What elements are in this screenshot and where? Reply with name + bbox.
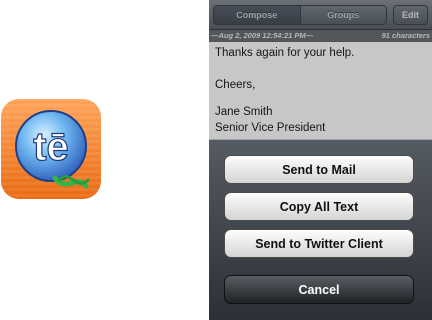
action-sheet: Send to Mail Copy All Text Send to Twitt… (209, 139, 432, 320)
send-to-mail-button[interactable]: Send to Mail (224, 155, 414, 184)
copy-all-text-button[interactable]: Copy All Text (224, 192, 414, 221)
app-icon-glyph: tē (33, 125, 69, 169)
phone-screen: Compose Groups Edit —Aug 2, 2009 12:54:2… (209, 0, 432, 320)
cancel-button[interactable]: Cancel (224, 275, 414, 304)
app-icon: tē (0, 98, 102, 200)
send-to-twitter-button[interactable]: Send to Twitter Client (224, 229, 414, 258)
